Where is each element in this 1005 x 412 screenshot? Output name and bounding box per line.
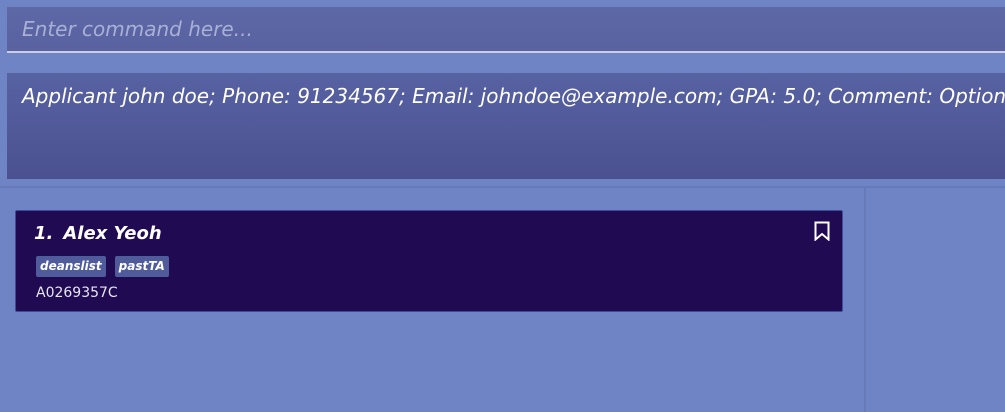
result-display: Applicant john doe; Phone: 91234567; Ema…: [7, 73, 1005, 179]
app-window: Applicant john doe; Phone: 91234567; Ema…: [0, 0, 1005, 412]
tag-pastta: pastTA: [114, 256, 169, 277]
command-box: [7, 7, 1005, 53]
result-text: Applicant john doe; Phone: 91234567; Ema…: [22, 84, 1005, 108]
tag-deanslist: deanslist: [36, 256, 106, 277]
bookmark-icon[interactable]: [814, 221, 830, 242]
panel-divider[interactable]: [864, 188, 866, 412]
applicant-title: 1. Alex Yeoh: [34, 223, 162, 244]
applicant-index: 1.: [34, 223, 54, 244]
applicant-id: A0269357C: [36, 285, 118, 301]
applicant-card[interactable]: 1. Alex Yeoh deanslist pastTA A0269357C: [15, 210, 843, 312]
applicant-name: Alex Yeoh: [63, 223, 162, 244]
command-input[interactable]: [7, 7, 1005, 51]
tag-list: deanslist pastTA: [36, 256, 169, 277]
divider: [0, 186, 1005, 188]
